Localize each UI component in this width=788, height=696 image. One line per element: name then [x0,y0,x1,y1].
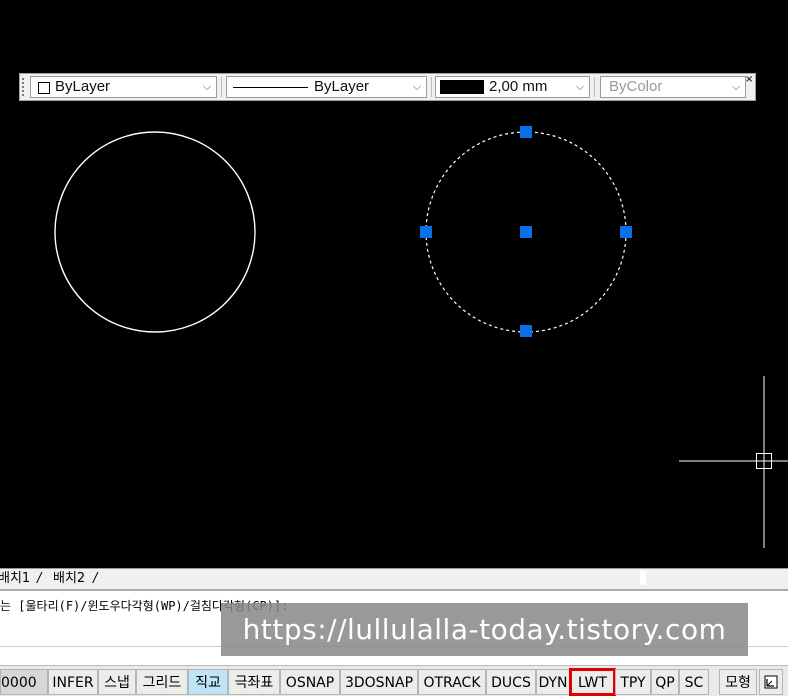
tab-separator: / [37,571,42,586]
layout-icon-glyph [764,675,778,689]
tab-layout2[interactable]: 배치2 [53,570,85,588]
lineweight-swatch [440,80,484,94]
grip-top[interactable] [520,126,532,138]
status-button-polar[interactable]: 극좌표 [228,669,280,695]
layout-icon[interactable] [759,669,783,695]
status-button-lwt[interactable]: LWT [569,668,616,696]
close-icon[interactable]: × [745,75,754,85]
horizontal-scrollbar[interactable] [640,571,646,585]
status-button-qp[interactable]: QP [651,669,679,695]
chevron-down-icon: ⌵ [731,81,741,93]
plotstyle-dropdown[interactable]: ByColor ⌵ [600,76,746,98]
linetype-dropdown[interactable]: ByLayer ⌵ [226,76,427,98]
status-button-model[interactable]: 모형 [719,669,757,695]
unselected-circle[interactable] [54,131,256,333]
status-button-infer[interactable]: INFER [48,669,98,695]
grip-right[interactable] [620,226,632,238]
status-button-grid[interactable]: 그리드 [136,669,188,695]
status-button-sc[interactable]: SC [679,669,709,695]
status-button-dyn[interactable]: DYN [536,669,570,695]
chevron-down-icon: ⌵ [575,81,585,93]
lineweight-dropdown[interactable]: 2,00 mm ⌵ [435,76,590,98]
status-button-tpy[interactable]: TPY [615,669,651,695]
toolbar-separator [221,77,222,97]
tab-separator: / [93,571,98,586]
status-button-ducs[interactable]: DUCS [486,669,536,695]
tab-layout1[interactable]: 배치1 [0,570,30,588]
status-button-3dosnap[interactable]: 3DOSNAP [340,669,418,695]
color-dropdown[interactable]: ByLayer ⌵ [30,76,217,98]
toolbar-separator [594,77,595,97]
status-bar: 0000 INFER 스냅 그리드 직교 극좌표 OSNAP 3DOSNAP O… [0,665,788,696]
grip-bottom[interactable] [520,325,532,337]
status-button-otrack[interactable]: OTRACK [418,669,486,695]
watermark-overlay: https://lullulalla-today.tistory.com [221,603,748,656]
toolbar-grip-handle[interactable] [22,78,29,96]
color-swatch-icon [38,82,50,94]
status-button-snap[interactable]: 스냅 [98,669,136,695]
properties-toolbar: ByLayer ⌵ ByLayer ⌵ 2,00 mm ⌵ ByColor ⌵ … [19,73,756,101]
grip-center[interactable] [520,226,532,238]
drawing-canvas[interactable]: ByLayer ⌵ ByLayer ⌵ 2,00 mm ⌵ ByColor ⌵ … [0,0,788,568]
linetype-preview-line [233,87,308,88]
linetype-dropdown-label: ByLayer [314,78,370,95]
status-button-ortho[interactable]: 직교 [188,669,228,695]
plotstyle-dropdown-label: ByColor [609,78,663,95]
color-dropdown-label: ByLayer [55,78,111,95]
layout-tabs-bar: 배치1 / 배치2 / [0,568,788,589]
chevron-down-icon: ⌵ [202,81,212,93]
grip-left[interactable] [420,226,432,238]
coordinate-readout[interactable]: 0000 [0,669,48,695]
toolbar-separator [431,77,432,97]
lineweight-dropdown-label: 2,00 mm [489,78,548,95]
status-button-osnap[interactable]: OSNAP [280,669,340,695]
crosshair-cursor [679,376,788,548]
chevron-down-icon: ⌵ [412,81,422,93]
